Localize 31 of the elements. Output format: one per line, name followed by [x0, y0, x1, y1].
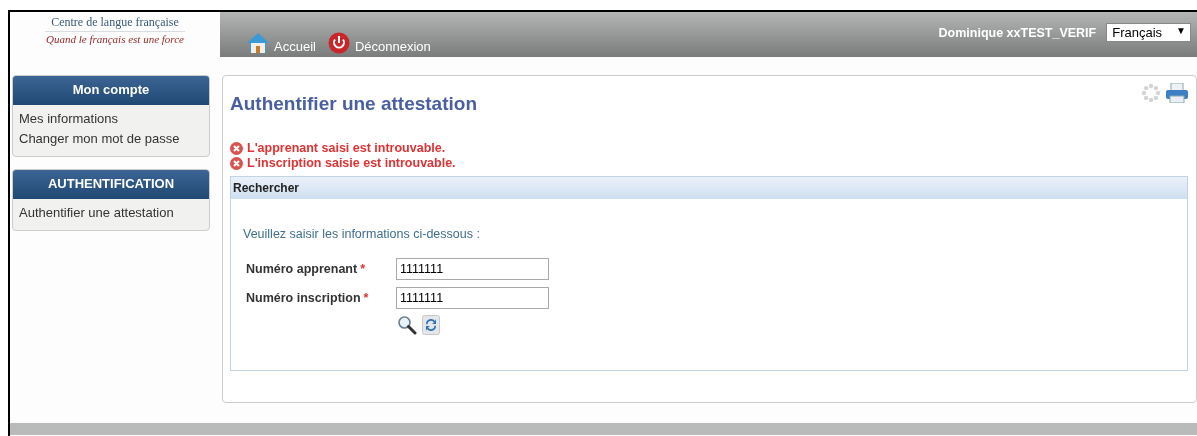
page-title: Authentifier une attestation: [230, 93, 477, 115]
error-icon: [230, 141, 243, 155]
error-icon: [230, 156, 243, 170]
sidebar-link[interactable]: Changer mon mot de passe: [19, 131, 203, 146]
power-icon: [327, 32, 350, 54]
logo-tagline: Quand le français est une force: [46, 33, 184, 45]
sidebar-link[interactable]: Authentifier une attestation: [19, 205, 203, 220]
field-label: Numéro inscription: [246, 291, 361, 305]
house-icon: [247, 32, 269, 54]
sidebar-link[interactable]: Mes informations: [19, 111, 203, 126]
dropdown-arrow-icon: ▼: [1176, 25, 1186, 40]
user-name: Dominique xxTEST_VERIF: [938, 25, 1097, 40]
panel-header: Rechercher: [231, 177, 1187, 199]
field-label: Numéro apprenant: [246, 262, 358, 276]
nav-link[interactable]: Déconnexion: [327, 32, 431, 54]
input-field[interactable]: 1111111: [396, 287, 549, 309]
sidebar-header: Mon compte: [13, 76, 209, 105]
print-icon[interactable]: [1166, 83, 1188, 103]
required-asterisk: *: [360, 262, 365, 276]
language-select[interactable]: Français ▼: [1106, 23, 1191, 42]
error-message: L'apprenant saisi est introuvable.: [247, 141, 446, 155]
refresh-icon[interactable]: [422, 315, 440, 335]
logo-title: Centre de langue française: [45, 15, 185, 32]
required-asterisk: *: [363, 291, 369, 305]
error-message: L'inscription saisie est introuvable.: [247, 156, 456, 170]
nav-link[interactable]: Accueil: [247, 32, 316, 54]
search-icon[interactable]: [397, 315, 417, 335]
spinner-icon: [1141, 83, 1161, 103]
instructions-text: Veuillez saisir les informations ci-dessous :: [243, 227, 481, 241]
sidebar-header: AUTHENTIFICATION: [13, 170, 209, 199]
input-field[interactable]: 1111111: [396, 258, 549, 280]
